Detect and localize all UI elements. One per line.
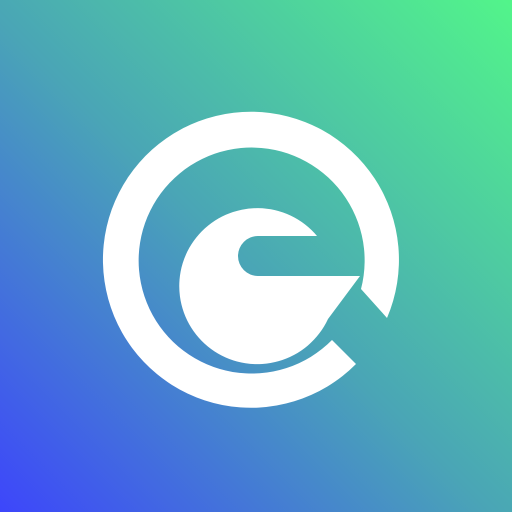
app-icon — [0, 0, 512, 512]
letter-e-logo-icon — [102, 111, 399, 408]
logo-shape — [102, 111, 399, 408]
